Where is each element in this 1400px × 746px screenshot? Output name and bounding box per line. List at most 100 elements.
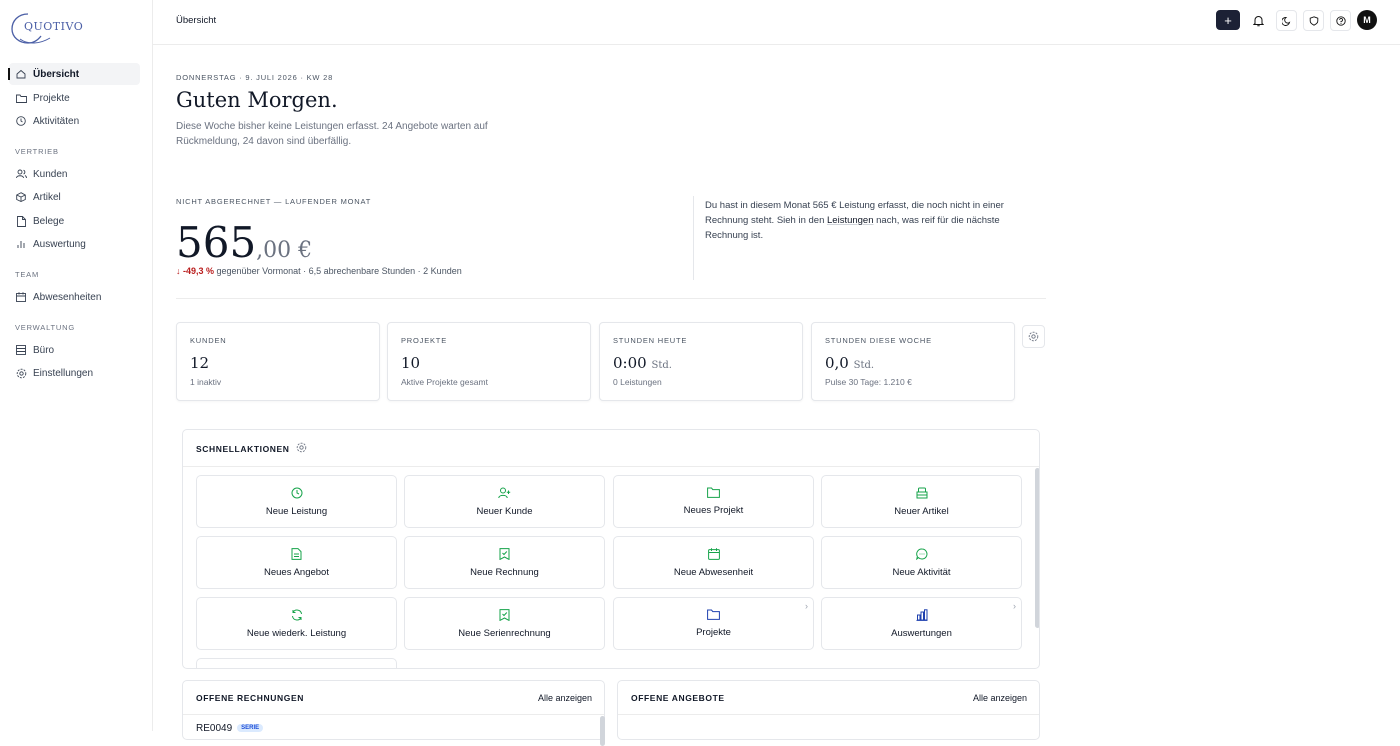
section-vertrieb: VERTRIEB <box>15 147 59 156</box>
week-summary: Diese Woche bisher keine Leistungen erfa… <box>176 121 488 147</box>
help-icon <box>1335 15 1346 26</box>
panel-title: OFFENE ANGEBOTE <box>631 693 725 703</box>
quick-action-neuer-kunde[interactable]: Neuer Kunde <box>404 475 605 528</box>
user-plus-icon <box>498 487 511 498</box>
stat-sub: 1 inaktiv <box>190 377 222 387</box>
stat-value: 12 <box>190 354 210 372</box>
quick-action-neue-wiederk-leistung[interactable]: Neue wiederk. Leistung <box>196 597 397 650</box>
scrollbar[interactable] <box>600 716 605 746</box>
stat-card-projekte[interactable]: PROJEKTE 10 Aktive Projekte gesamt <box>387 322 591 401</box>
stat-card-stunden-woche[interactable]: STUNDEN DIESE WOCHE 0,0 Std. Pulse 30 Ta… <box>811 322 1015 401</box>
unbilled-label: NICHT ABGERECHNET — LAUFENDER MONAT <box>176 197 372 206</box>
quick-action-neuer-artikel[interactable]: Neuer Artikel <box>821 475 1022 528</box>
receipt-icon <box>499 608 510 621</box>
refresh-icon <box>291 609 302 620</box>
quick-action-neue-serienrechnung[interactable]: Neue Serienrechnung <box>404 597 605 650</box>
sidebar-item-auswertung[interactable]: Auswertung <box>9 233 140 255</box>
section-divider <box>176 298 1046 299</box>
scrollbar[interactable] <box>1035 468 1039 628</box>
gear-icon <box>1028 331 1039 342</box>
sidebar-item-kunden[interactable]: Kunden <box>9 163 140 185</box>
unbilled-trend: ↓ -49,3 % gegenüber Vormonat · 6,5 abrec… <box>176 266 462 276</box>
divider <box>693 196 694 280</box>
avatar[interactable]: M <box>1357 10 1377 30</box>
stat-card-stunden-heute[interactable]: STUNDEN HEUTE 0:00 Std. 0 Leistungen <box>599 322 803 401</box>
sidebar-item-einstellungen[interactable]: Einstellungen <box>9 362 140 384</box>
office-icon <box>15 344 27 356</box>
stat-value: 0,0 Std. <box>825 354 875 372</box>
quick-action-neue-aktivitaet[interactable]: Neue Aktivität <box>821 536 1022 589</box>
sidebar-item-projekte[interactable]: Projekte <box>9 87 140 109</box>
stat-label: STUNDEN DIESE WOCHE <box>825 336 932 345</box>
stat-label: KUNDEN <box>190 336 227 345</box>
quick-action-neues-projekt[interactable]: Neues Projekt <box>613 475 814 528</box>
calendar-icon <box>707 547 720 560</box>
leistungen-link[interactable]: Leistungen <box>827 215 873 226</box>
shield-button[interactable] <box>1303 10 1324 31</box>
sidebar-item-label: Projekte <box>33 92 70 104</box>
home-icon <box>15 68 27 80</box>
settings-icon <box>15 367 27 379</box>
section-verwaltung: VERWALTUNG <box>15 323 75 332</box>
stat-card-kunden[interactable]: KUNDEN 12 1 inaktiv <box>176 322 380 401</box>
add-button[interactable]: + <box>1216 10 1240 30</box>
stat-value: 10 <box>401 354 421 372</box>
sidebar-item-artikel[interactable]: Artikel <box>9 186 140 208</box>
quick-action-neue-abwesenheit[interactable]: Neue Abwesenheit <box>613 536 814 589</box>
moon-icon <box>1281 16 1290 26</box>
invoice-row[interactable]: RE0049 SERIE <box>196 723 264 734</box>
open-offers-panel: OFFENE ANGEBOTE Alle anzeigen <box>617 680 1040 740</box>
quick-action-neue-rechnung[interactable]: Neue Rechnung <box>404 536 605 589</box>
gear-icon[interactable] <box>296 442 307 453</box>
sidebar-item-label: Artikel <box>33 191 61 203</box>
notifications-button[interactable] <box>1248 10 1269 31</box>
chevron-right-icon: › <box>1013 601 1016 611</box>
unbilled-value: 565,00 € <box>176 218 312 267</box>
stat-value: 0:00 Std. <box>613 354 672 372</box>
sidebar-item-label: Belege <box>33 215 65 227</box>
quick-action-neue-leistung[interactable]: Neue Leistung <box>196 475 397 528</box>
folder-icon <box>15 92 27 104</box>
sidebar-item-belege[interactable]: Belege <box>9 210 140 232</box>
theme-toggle-button[interactable] <box>1276 10 1297 31</box>
logo-text: QUOTIVO <box>24 20 84 33</box>
quick-action-auswertungen[interactable]: › Auswertungen <box>821 597 1022 650</box>
bar-chart-icon <box>15 238 27 250</box>
trend-percent: ↓ -49,3 % <box>176 266 215 276</box>
help-button[interactable] <box>1330 10 1351 31</box>
sidebar-item-label: Kunden <box>33 168 68 180</box>
stat-sub: 0 Leistungen <box>613 377 662 387</box>
document-icon <box>291 547 302 560</box>
sidebar-item-label: Abwesenheiten <box>33 291 102 303</box>
calendar-icon <box>15 291 27 303</box>
file-icon <box>15 215 27 227</box>
clock-icon <box>291 487 302 498</box>
sidebar-item-label: Aktivitäten <box>33 115 80 127</box>
chat-icon <box>915 548 927 560</box>
stats-settings-button[interactable] <box>1022 325 1045 348</box>
quick-actions-header: SCHNELLAKTIONEN <box>183 430 1039 467</box>
breadcrumb: Übersicht <box>176 15 217 26</box>
chevron-right-icon: › <box>805 601 808 611</box>
bell-icon <box>1253 15 1264 26</box>
divider <box>618 714 1039 715</box>
sidebar-item-label: Übersicht <box>33 68 80 80</box>
quick-actions-panel: SCHNELLAKTIONEN Neue Leistung Neuer Kund… <box>182 429 1040 669</box>
stat-sub: Pulse 30 Tage: 1.210 € <box>825 377 912 387</box>
panel-title: OFFENE RECHNUNGEN <box>196 693 304 703</box>
quick-action-neues-angebot[interactable]: Neues Angebot <box>196 536 397 589</box>
sidebar: QUOTIVO Übersicht Projekte Aktivitäten V… <box>0 0 153 731</box>
quick-action-projekte[interactable]: › Projekte <box>613 597 814 650</box>
folder-icon <box>707 609 720 620</box>
stat-label: PROJEKTE <box>401 336 447 345</box>
chart-icon <box>916 608 927 621</box>
sidebar-item-aktivitaeten[interactable]: Aktivitäten <box>9 110 140 132</box>
show-all-link[interactable]: Alle anzeigen <box>538 693 592 703</box>
sidebar-item-label: Büro <box>33 344 55 356</box>
quick-action-more[interactable] <box>196 658 397 668</box>
sidebar-item-buero[interactable]: Büro <box>9 339 140 361</box>
sidebar-item-abwesenheiten[interactable]: Abwesenheiten <box>9 286 140 308</box>
sidebar-item-uebersicht[interactable]: Übersicht <box>8 63 140 85</box>
section-team: TEAM <box>15 270 40 279</box>
show-all-link[interactable]: Alle anzeigen <box>973 693 1027 703</box>
